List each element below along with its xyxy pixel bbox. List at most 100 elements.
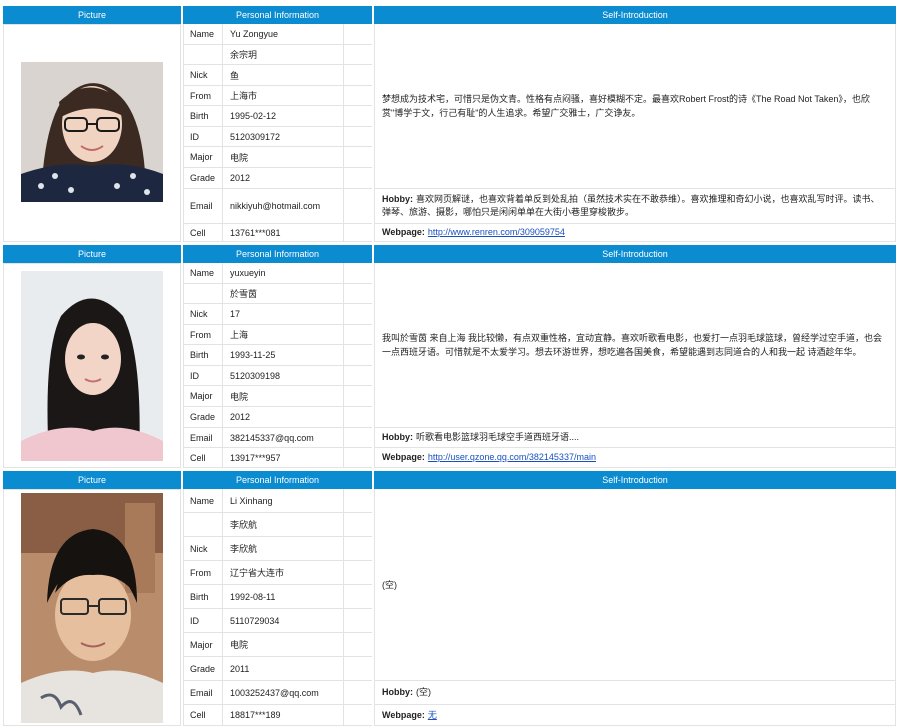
value-email: nikkiyuh@hotmail.com bbox=[224, 189, 344, 223]
hobby-text: (空) bbox=[416, 687, 431, 697]
header-self-introduction: Self-Introduction bbox=[374, 6, 896, 24]
header-picture: Picture bbox=[3, 245, 181, 263]
label-name: Name bbox=[183, 489, 223, 512]
value-id: 5120309198 bbox=[224, 366, 344, 385]
profile-photo bbox=[21, 62, 163, 202]
row-nick: Nick 李欣航 bbox=[183, 537, 372, 561]
value-name-en: Li Xinhang bbox=[224, 489, 344, 512]
picture-cell bbox=[3, 489, 181, 726]
hobby-cell: Hobby: 喜欢网页解谜，也喜欢背着单反到处乱拍（虽然技术实在不敢恭维）。喜欢推… bbox=[374, 189, 896, 224]
value-major: 电院 bbox=[224, 386, 344, 406]
profile-table: Picture Personal Information Self-Introd… bbox=[0, 0, 901, 726]
row-email: Email nikkiyuh@hotmail.com bbox=[183, 189, 372, 224]
label-major: Major bbox=[183, 386, 223, 406]
value-birth: 1992-08-11 bbox=[224, 585, 344, 608]
value-id: 5110729034 bbox=[224, 609, 344, 632]
value-birth: 1993-11-25 bbox=[224, 345, 344, 365]
hobby-cell: Hobby: 听歌看电影篮球羽毛球空手道西班牙语.... bbox=[374, 428, 896, 448]
label-birth: Birth bbox=[183, 585, 223, 608]
webpage-label: Webpage: bbox=[382, 227, 425, 237]
hobby-label: Hobby: bbox=[382, 194, 413, 204]
header-self-introduction: Self-Introduction bbox=[374, 471, 896, 489]
value-from: 上海 bbox=[224, 325, 344, 344]
webpage-label: Webpage: bbox=[382, 709, 425, 720]
value-name-cn: 於雪茵 bbox=[224, 284, 344, 303]
header-self-introduction: Self-Introduction bbox=[374, 245, 896, 263]
label-email: Email bbox=[183, 189, 223, 223]
label-birth: Birth bbox=[183, 345, 223, 365]
row-from: From 上海 bbox=[183, 325, 372, 345]
row-grade: Grade 2012 bbox=[183, 407, 372, 428]
label-name: Name bbox=[183, 24, 223, 44]
row-birth: Birth 1993-11-25 bbox=[183, 345, 372, 366]
picture-cell bbox=[3, 263, 181, 468]
webpage-link[interactable]: http://www.renren.com/309059754 bbox=[428, 226, 565, 239]
value-name-cn: 余宗玥 bbox=[224, 45, 344, 64]
intro-text: (空) bbox=[382, 579, 397, 590]
value-id: 5120309172 bbox=[224, 127, 344, 146]
value-birth: 1995-02-12 bbox=[224, 106, 344, 126]
row-name: Name yuxueyin bbox=[183, 263, 372, 284]
value-name-en: yuxueyin bbox=[224, 263, 344, 283]
value-name-en: Yu Zongyue bbox=[224, 24, 344, 44]
value-major: 电院 bbox=[224, 147, 344, 167]
row-name: Name Li Xinhang bbox=[183, 489, 372, 513]
label-from: From bbox=[183, 561, 223, 584]
value-grade: 2012 bbox=[224, 168, 344, 188]
self-introduction-text: 梦想成为技术宅，可惜只是伪文青。性格有点闷骚，喜好模糊不定。最喜欢Robert … bbox=[374, 24, 896, 189]
row-nick: Nick 鱼 bbox=[183, 65, 372, 86]
label-major: Major bbox=[183, 147, 223, 167]
hobby-text: 喜欢网页解谜，也喜欢背着单反到处乱拍（虽然技术实在不敢恭维）。喜欢推理和奇幻小说… bbox=[382, 194, 880, 217]
webpage-label: Webpage: bbox=[382, 452, 425, 462]
picture-cell bbox=[3, 24, 181, 242]
hobby-label: Hobby: bbox=[382, 687, 413, 697]
row-name: Name Yu Zongyue bbox=[183, 24, 372, 45]
value-major: 电院 bbox=[224, 633, 344, 656]
hobby-cell: Hobby: (空) bbox=[374, 681, 896, 705]
label-id: ID bbox=[183, 127, 223, 146]
intro-text: 我叫於雪茵 来自上海 我比较懒，有点双重性格，宜动宜静。喜欢听歌看电影，也爱打一… bbox=[382, 333, 883, 357]
webpage-link[interactable]: 无 bbox=[428, 709, 437, 722]
webpage-cell: Webpage: http://user.qzone.qq.com/382145… bbox=[374, 448, 896, 468]
profile-photo bbox=[21, 271, 163, 461]
label-cell: Cell bbox=[183, 448, 223, 467]
value-email: 382145337@qq.com bbox=[224, 428, 344, 447]
label-cell: Cell bbox=[183, 224, 223, 241]
value-grade: 2011 bbox=[224, 657, 344, 680]
row-from: From 上海市 bbox=[183, 86, 372, 106]
label-email: Email bbox=[183, 428, 223, 447]
value-name-cn: 李欣航 bbox=[224, 513, 344, 536]
label-id: ID bbox=[183, 366, 223, 385]
intro-text: 梦想成为技术宅，可惜只是伪文青。性格有点闷骚，喜好模糊不定。最喜欢Robert … bbox=[382, 94, 870, 118]
value-cell: 13761***081 bbox=[224, 224, 344, 241]
header-picture: Picture bbox=[3, 471, 181, 489]
value-from: 上海市 bbox=[224, 86, 344, 105]
row-nick: Nick 17 bbox=[183, 304, 372, 325]
profile-section-3: Picture Personal Information Self-Introd… bbox=[2, 471, 896, 726]
webpage-cell: Webpage: 无 bbox=[374, 705, 896, 726]
value-cell: 13917***957 bbox=[224, 448, 344, 467]
label-from: From bbox=[183, 86, 223, 105]
header-picture: Picture bbox=[3, 6, 181, 24]
hobby-label: Hobby: bbox=[382, 432, 413, 442]
row-grade: Grade 2011 bbox=[183, 657, 372, 681]
label-from: From bbox=[183, 325, 223, 344]
self-introduction-text: (空) bbox=[374, 489, 896, 681]
value-email: 1003252437@qq.com bbox=[224, 681, 344, 704]
label-grade: Grade bbox=[183, 657, 223, 680]
webpage-link[interactable]: http://user.qzone.qq.com/382145337/main bbox=[428, 451, 596, 464]
row-email: Email 1003252437@qq.com bbox=[183, 681, 372, 705]
row-major: Major 电院 bbox=[183, 386, 372, 407]
row-id: ID 5120309172 bbox=[183, 127, 372, 147]
row-id: ID 5120309198 bbox=[183, 366, 372, 386]
value-nick: 17 bbox=[224, 304, 344, 324]
row-id: ID 5110729034 bbox=[183, 609, 372, 633]
row-name-cn: 余宗玥 bbox=[183, 45, 372, 65]
value-nick: 李欣航 bbox=[224, 537, 344, 560]
self-introduction-text: 我叫於雪茵 来自上海 我比较懒，有点双重性格，宜动宜静。喜欢听歌看电影，也爱打一… bbox=[374, 263, 896, 428]
row-email: Email 382145337@qq.com bbox=[183, 428, 372, 448]
row-cell: Cell 13917***957 bbox=[183, 448, 372, 468]
label-nick: Nick bbox=[183, 304, 223, 324]
label-name: Name bbox=[183, 263, 223, 283]
row-major: Major 电院 bbox=[183, 633, 372, 657]
